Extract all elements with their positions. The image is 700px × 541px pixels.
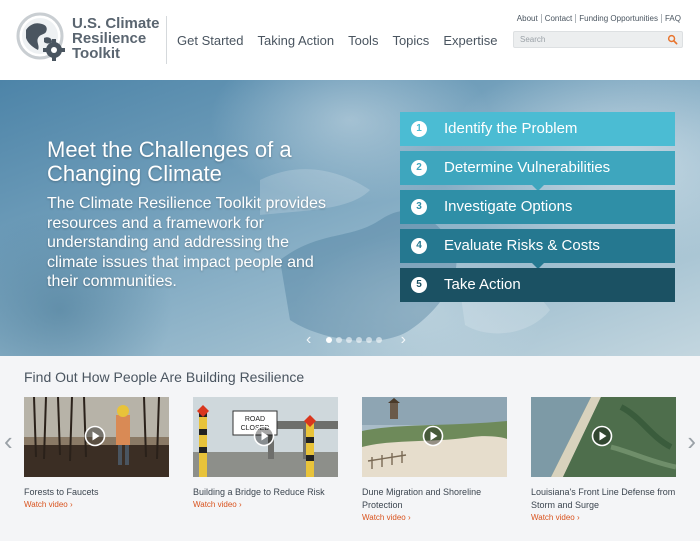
dune-photo[interactable] xyxy=(362,397,507,477)
main-nav: Get Started Taking Action Tools Topics E… xyxy=(177,33,498,48)
carousel-dot[interactable] xyxy=(376,337,382,343)
nav-taking-action[interactable]: Taking Action xyxy=(257,33,334,48)
story-card[interactable]: Dune Migration and Shoreline Protection … xyxy=(362,397,507,523)
nav-get-started[interactable]: Get Started xyxy=(177,33,243,48)
step-label: Evaluate Risks & Costs xyxy=(444,237,600,254)
carousel-controls: ‹ › xyxy=(306,332,406,348)
story-card[interactable]: Louisiana's Front Line Defense from Stor… xyxy=(531,397,676,523)
step-number: 3 xyxy=(411,199,427,215)
step-number: 5 xyxy=(411,277,427,293)
carousel-dot[interactable] xyxy=(326,337,332,343)
story-card[interactable]: Forests to Faucets Watch video › xyxy=(24,397,169,510)
carousel-dot[interactable] xyxy=(356,337,362,343)
step-investigate-options[interactable]: 3 Investigate Options xyxy=(400,190,675,224)
search-input[interactable] xyxy=(514,32,664,47)
play-icon[interactable] xyxy=(253,425,275,447)
forest-photo[interactable] xyxy=(24,397,169,477)
step-number: 1 xyxy=(411,121,427,137)
story-card[interactable]: ROAD CLOSED Building a Bridge to Reduce … xyxy=(193,397,338,510)
step-take-action[interactable]: 5 Take Action xyxy=(400,268,675,302)
logo-globe-icon xyxy=(16,12,65,61)
play-icon[interactable] xyxy=(591,425,613,447)
utility-about[interactable]: About xyxy=(514,14,541,23)
carousel-dot[interactable] xyxy=(346,337,352,343)
carousel-dot[interactable] xyxy=(336,337,342,343)
search-box xyxy=(513,31,683,48)
nav-topics[interactable]: Topics xyxy=(392,33,429,48)
play-icon[interactable] xyxy=(84,425,106,447)
watch-video-link[interactable]: Watch video › xyxy=(193,499,338,510)
story-title[interactable]: Forests to Faucets xyxy=(24,486,169,499)
header-divider xyxy=(166,16,167,64)
logo-line-1: U.S. Climate xyxy=(72,15,160,32)
watch-video-link[interactable]: Watch video › xyxy=(531,512,676,523)
site-header: U.S. Climate Resilience Toolkit Get Star… xyxy=(0,0,700,80)
carousel-dot[interactable] xyxy=(366,337,372,343)
site-logo[interactable]: U.S. Climate Resilience Toolkit xyxy=(16,12,166,68)
bridge-photo[interactable]: ROAD CLOSED xyxy=(193,397,338,477)
stories-next-icon[interactable]: › xyxy=(687,428,696,454)
step-evaluate-risks[interactable]: 4 Evaluate Risks & Costs xyxy=(400,229,675,269)
hero-description: The Climate Resilience Toolkit provides … xyxy=(47,195,326,290)
carousel-dots xyxy=(326,337,382,343)
step-determine-vulnerabilities[interactable]: 2 Determine Vulnerabilities xyxy=(400,151,675,191)
logo-line-3: Toolkit xyxy=(72,45,121,62)
stories-section: Find Out How People Are Building Resilie… xyxy=(0,356,700,541)
utility-faq[interactable]: FAQ xyxy=(660,14,684,23)
carousel-prev-icon[interactable]: ‹ xyxy=(306,332,311,348)
steps-list: 1 Identify the Problem 2 Determine Vulne… xyxy=(400,112,675,307)
page: U.S. Climate Resilience Toolkit Get Star… xyxy=(0,0,700,541)
step-label: Determine Vulnerabilities xyxy=(444,159,611,176)
step-label: Investigate Options xyxy=(444,198,573,215)
utility-funding[interactable]: Funding Opportunities xyxy=(575,14,661,23)
logo-text: U.S. Climate Resilience Toolkit xyxy=(72,16,168,61)
road-sign-line-1: ROAD xyxy=(245,416,265,423)
coast-photo[interactable] xyxy=(531,397,676,477)
story-title[interactable]: Dune Migration and Shoreline Protection xyxy=(362,486,507,512)
watch-video-link[interactable]: Watch video › xyxy=(24,499,169,510)
search-icon[interactable] xyxy=(667,34,678,45)
utility-nav: About Contact Funding Opportunities FAQ xyxy=(514,14,684,23)
logo-line-2: Resilience xyxy=(72,30,147,47)
hero-banner: Meet the Challenges of a Changing Climat… xyxy=(0,80,700,356)
step-number: 2 xyxy=(411,160,427,176)
utility-contact[interactable]: Contact xyxy=(540,14,576,23)
play-icon[interactable] xyxy=(422,425,444,447)
nav-expertise[interactable]: Expertise xyxy=(443,33,497,48)
step-label: Take Action xyxy=(444,276,521,293)
hero-title: Meet the Challenges of a Changing Climat… xyxy=(47,137,292,186)
carousel-next-icon[interactable]: › xyxy=(401,332,406,348)
stories-prev-icon[interactable]: ‹ xyxy=(4,428,13,454)
step-label: Identify the Problem xyxy=(444,120,578,137)
watch-video-link[interactable]: Watch video › xyxy=(362,512,507,523)
step-identify-problem[interactable]: 1 Identify the Problem xyxy=(400,112,675,146)
step-number: 4 xyxy=(411,238,427,254)
story-title[interactable]: Louisiana's Front Line Defense from Stor… xyxy=(531,486,676,512)
stories-heading: Find Out How People Are Building Resilie… xyxy=(24,369,305,385)
story-title[interactable]: Building a Bridge to Reduce Risk xyxy=(193,486,338,499)
nav-tools[interactable]: Tools xyxy=(348,33,378,48)
